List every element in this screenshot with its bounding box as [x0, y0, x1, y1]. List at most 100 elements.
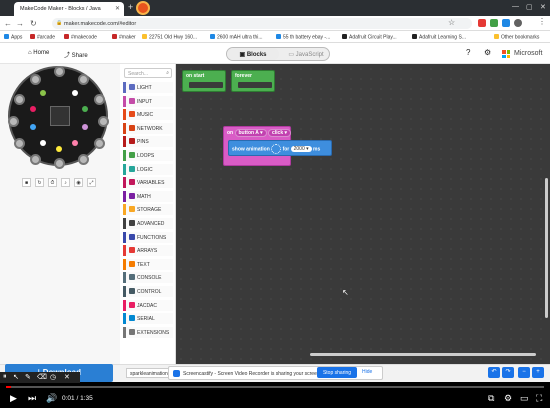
bookmark-item[interactable]: Adafruit Learning S... — [412, 34, 466, 41]
button-dropdown[interactable]: button A ▾ — [234, 129, 267, 137]
bookmark-item[interactable]: #makecode — [64, 34, 97, 41]
pin-pad[interactable] — [8, 116, 19, 127]
share-button[interactable]: ⤴ Share — [64, 50, 88, 59]
extension-icon[interactable] — [478, 19, 486, 27]
vertical-scrollbar[interactable] — [545, 178, 548, 318]
blocks-tab[interactable]: ▣ Blocks — [227, 48, 279, 60]
on-start-block[interactable]: on start — [182, 70, 226, 92]
search-input[interactable]: Search... ⌕ — [124, 68, 172, 78]
profile-avatar[interactable] — [514, 19, 522, 27]
timer-icon[interactable]: ◷ — [50, 373, 56, 381]
stop-sharing-button[interactable]: Stop sharing — [317, 367, 357, 378]
redo-icon[interactable]: ↷ — [502, 367, 514, 378]
forever-block[interactable]: forever — [231, 70, 275, 92]
pin-pad[interactable] — [78, 154, 89, 165]
cursor-icon[interactable]: ↖ — [13, 373, 19, 381]
fullscreen-icon[interactable]: ⤢ — [87, 178, 96, 187]
toolbox-category-arrays[interactable]: ARRAYS — [123, 245, 173, 257]
toolbox-category-control[interactable]: CONTROL — [123, 286, 173, 297]
close-window-icon[interactable]: ✕ — [540, 3, 546, 11]
pen-icon[interactable]: ✎ — [25, 373, 31, 381]
maximize-icon[interactable]: ▢ — [526, 3, 533, 11]
screencastify-record-icon[interactable] — [136, 1, 150, 15]
undo-icon[interactable]: ↶ — [488, 367, 500, 378]
browser-tab[interactable]: MakeCode Maker - Blocks / Java ✕ — [14, 2, 124, 16]
help-icon[interactable]: ? — [466, 48, 470, 57]
bookmark-item[interactable]: 22751 Old Hwy 160... — [142, 34, 197, 41]
pin-pad[interactable] — [14, 138, 25, 149]
action-dropdown[interactable]: click ▾ — [267, 129, 292, 137]
play-icon[interactable]: ▶ — [10, 393, 17, 404]
toolbox-category-serial[interactable]: SERIAL — [123, 313, 173, 325]
toolbox-category-pins[interactable]: PINS — [123, 136, 173, 148]
minimize-icon[interactable]: — — [512, 3, 519, 10]
volume-icon[interactable]: 🔊 — [46, 393, 57, 404]
pause-icon[interactable]: ⏸ — [3, 373, 7, 381]
screenshot-icon[interactable]: ◉ — [74, 178, 83, 187]
mute-icon[interactable]: ♪ — [61, 178, 70, 187]
fullscreen-icon[interactable]: ⛶ — [536, 393, 542, 404]
star-icon[interactable]: ☆ — [448, 18, 455, 27]
reload-icon[interactable]: ↻ — [30, 19, 37, 28]
horizontal-scrollbar[interactable] — [310, 353, 536, 356]
toolbox-category-music[interactable]: MUSIC — [123, 109, 173, 121]
extension-icon[interactable] — [490, 19, 498, 27]
toolbox-category-input[interactable]: INPUT — [123, 95, 173, 107]
stop-icon[interactable]: ■ — [22, 178, 31, 187]
miniplayer-icon[interactable]: ▭ — [520, 393, 529, 404]
url-input[interactable]: 🔒 maker.makecode.com/#editor — [52, 18, 472, 29]
toolbox-category-console[interactable]: CONSOLE — [123, 272, 173, 284]
toolbox-category-advanced[interactable]: ADVANCED — [123, 218, 173, 229]
bookmark-item[interactable]: Other bookmarks — [494, 34, 539, 41]
toolbox-category-functions[interactable]: FUNCTIONS — [123, 231, 173, 243]
javascript-tab[interactable]: ▭ JavaScript — [283, 48, 329, 60]
gear-icon[interactable]: ⚙ — [484, 48, 491, 57]
pin-pad[interactable] — [78, 74, 89, 85]
circuit-playground-board[interactable] — [8, 66, 109, 169]
settings-icon[interactable]: ⚙ — [504, 393, 512, 404]
extension-icon[interactable] — [502, 19, 510, 27]
pin-pad[interactable] — [98, 116, 109, 127]
eraser-icon[interactable]: ⌫ — [37, 373, 47, 381]
bookmark-item[interactable]: #arcade — [30, 34, 55, 41]
toolbox-category-storage[interactable]: STORAGE — [123, 204, 173, 216]
close-tab-icon[interactable]: ✕ — [115, 5, 120, 12]
toolbox-category-extensions[interactable]: EXTENSIONS — [123, 326, 173, 338]
back-icon[interactable]: ← — [4, 19, 12, 28]
zoom-out-icon[interactable]: − — [518, 367, 530, 378]
animation-picker[interactable] — [271, 144, 282, 154]
hide-button[interactable]: Hide — [362, 369, 372, 375]
zoom-in-icon[interactable]: + — [532, 367, 544, 378]
blocks-workspace[interactable]: on start forever on button A ▾ click ▾ s… — [176, 64, 550, 368]
bookmark-item[interactable]: 55 th battery ebay -... — [276, 34, 330, 41]
video-progress-bar[interactable] — [6, 386, 544, 388]
pin-pad[interactable] — [30, 154, 41, 165]
pin-pad[interactable] — [54, 66, 65, 77]
close-icon[interactable]: ✕ — [64, 373, 70, 381]
home-button[interactable]: ⌂ Home — [28, 50, 49, 56]
slowmo-icon[interactable]: ⏱ — [48, 178, 57, 187]
bookmark-item[interactable]: Apps — [4, 34, 22, 41]
new-tab-icon[interactable]: + — [128, 2, 133, 12]
forward-icon[interactable]: → — [16, 19, 24, 28]
next-icon[interactable]: ⏭ — [28, 393, 36, 404]
pin-pad[interactable] — [30, 74, 41, 85]
pin-pad[interactable] — [94, 138, 105, 149]
show-animation-block[interactable]: show animation for 2000 ▾ ms — [228, 140, 332, 156]
restart-icon[interactable]: ↻ — [35, 178, 44, 187]
duration-dropdown[interactable]: 2000 ▾ — [290, 146, 312, 153]
toolbox-category-variables[interactable]: VARIABLES — [123, 177, 173, 189]
bookmark-item[interactable]: 2600 mAH ultra thi... — [210, 34, 263, 41]
toolbox-category-math[interactable]: MATH — [123, 190, 173, 202]
pin-pad[interactable] — [14, 94, 25, 105]
toolbox-category-light[interactable]: LIGHT — [123, 82, 173, 93]
pin-pad[interactable] — [54, 158, 65, 169]
menu-icon[interactable]: ⋮ — [538, 17, 546, 26]
pin-pad[interactable] — [94, 94, 105, 105]
toolbox-category-text[interactable]: TEXT — [123, 258, 173, 270]
captions-icon[interactable]: ⧉ — [488, 393, 494, 404]
bookmark-item[interactable]: Adafruit Circuit Play... — [342, 34, 397, 41]
toolbox-category-logic[interactable]: LOGIC — [123, 163, 173, 175]
toolbox-category-network[interactable]: NETWORK — [123, 122, 173, 134]
bookmark-item[interactable]: #maker — [112, 34, 136, 41]
